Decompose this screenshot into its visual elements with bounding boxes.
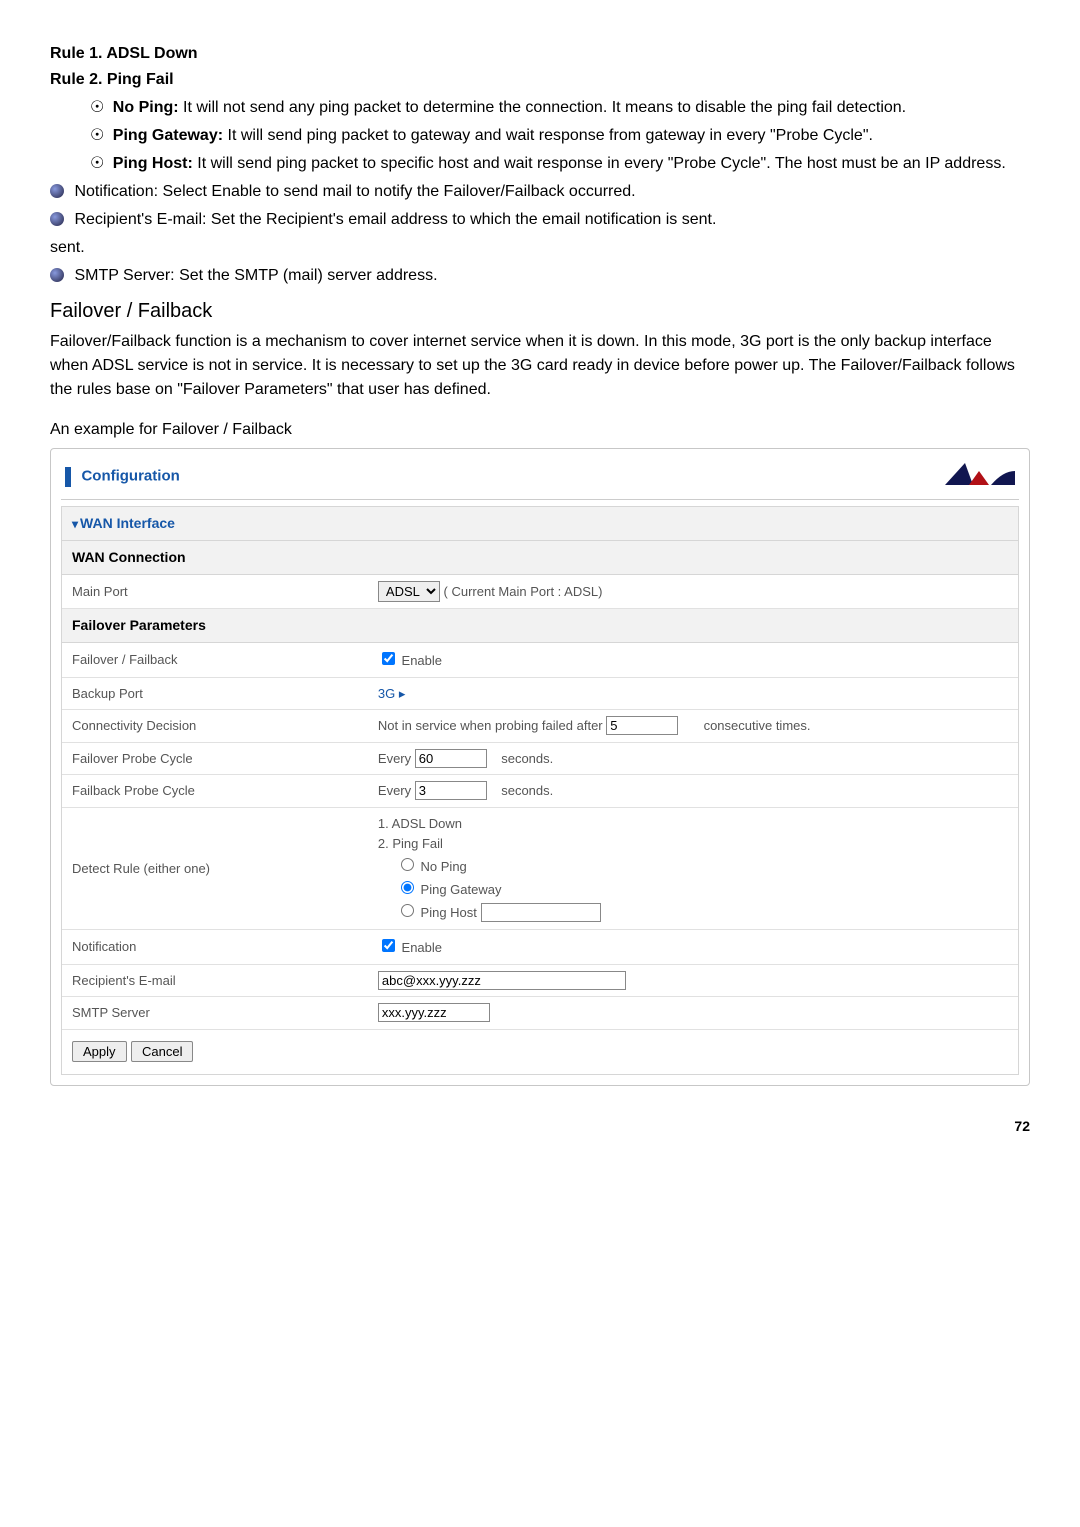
conn-post: consecutive times. (704, 718, 811, 733)
recipient-input[interactable] (378, 971, 626, 990)
wan-interface-heading: WAN Interface (62, 507, 1018, 541)
header-bar-icon (65, 467, 71, 487)
sphere-icon (50, 212, 64, 226)
pinggw-radio[interactable] (401, 881, 414, 894)
notif-label: Notification: (74, 183, 158, 200)
failover-enable-checkbox[interactable] (382, 652, 395, 665)
notification-line: Notification: Select Enable to send mail… (50, 180, 1030, 204)
smtp-row-label: SMTP Server (62, 997, 368, 1030)
bullet-icon: ☉ (90, 127, 104, 144)
enable-text2: Enable (402, 940, 442, 955)
noping-item: ☉ No Ping: It will not send any ping pac… (90, 96, 1030, 120)
detect-rule-row: Detect Rule (either one) 1. ADSL Down 2.… (62, 807, 1018, 930)
every-label: Every (378, 751, 411, 766)
recip-label: Recipient's E-mail: (74, 211, 206, 228)
notif-enable-wrap: Enable (378, 940, 442, 955)
pinghost-desc: It will send ping packet to specific hos… (193, 155, 1006, 172)
seconds-label: seconds. (501, 751, 553, 766)
pinghost-radio[interactable] (401, 904, 414, 917)
recip-desc: Set the Recipient's email address to whi… (206, 211, 716, 228)
every-label2: Every (378, 783, 411, 798)
rule1-heading: Rule 1. ADSL Down (50, 42, 1030, 66)
main-port-note: ( Current Main Port : ADSL) (444, 584, 603, 599)
failover-params-heading: Failover Parameters (62, 609, 1018, 643)
section-title: Failover / Failback (50, 296, 1030, 326)
noping-radio[interactable] (401, 858, 414, 871)
pinggw-label: Ping Gateway: (113, 127, 223, 144)
sphere-icon (50, 184, 64, 198)
dr-adsl: 1. ADSL Down (378, 816, 462, 831)
notif-desc2: to send mail to notify the Failover/Fail… (261, 183, 635, 200)
bullet-icon: ☉ (90, 155, 104, 172)
conn-pre: Not in service when probing failed after (378, 718, 603, 733)
notif-enable-checkbox[interactable] (382, 939, 395, 952)
notif-desc1: Select (158, 183, 211, 200)
connectivity-label: Connectivity Decision (62, 710, 368, 743)
main-port-select[interactable]: ADSL (378, 581, 440, 602)
failover-probe-row: Failover Probe Cycle Every seconds. (62, 742, 1018, 775)
recipient-row: Recipient's E-mail (62, 964, 1018, 997)
seconds-label2: seconds. (501, 783, 553, 798)
bullet-icon: ☉ (90, 99, 104, 116)
recipient-line: Recipient's E-mail: Set the Recipient's … (50, 208, 1030, 232)
connectivity-input[interactable] (606, 716, 678, 735)
brand-logo (945, 461, 1015, 493)
connectivity-row: Connectivity Decision Not in service whe… (62, 710, 1018, 743)
enable-text: Enable (402, 653, 442, 668)
recipient-row-label: Recipient's E-mail (62, 964, 368, 997)
pinghost-input[interactable] (481, 903, 601, 922)
backup-port-link[interactable]: 3G ▸ (378, 686, 405, 701)
backup-port-label: Backup Port (62, 677, 368, 710)
notification-row: Notification Enable (62, 930, 1018, 965)
pinghost-label: Ping Host: (113, 155, 193, 172)
smtp-input[interactable] (378, 1003, 490, 1022)
gateway-opt: Ping Gateway (421, 882, 502, 897)
dr-pingfail: 2. Ping Fail (378, 836, 443, 851)
failback-probe-input[interactable] (415, 781, 487, 800)
section-desc: Failover/Failback function is a mechanis… (50, 330, 1030, 402)
panel-title: Configuration (81, 468, 179, 485)
noping-opt: No Ping (421, 859, 467, 874)
pinggw-desc: It will send ping packet to gateway and … (223, 127, 873, 144)
sent-line: sent. (50, 236, 1030, 260)
smtp-desc: Set the SMTP (mail) server address. (175, 267, 438, 284)
notif-bold: Enable (211, 183, 261, 200)
backup-port-row: Backup Port 3G ▸ (62, 677, 1018, 710)
failover-label: Failover / Failback (62, 643, 368, 677)
detect-rule-label: Detect Rule (either one) (62, 807, 368, 930)
panel-header: Configuration (61, 459, 1019, 500)
failback-probe-row: Failback Probe Cycle Every seconds. (62, 775, 1018, 808)
smtp-label: SMTP Server: (74, 267, 174, 284)
example-label: An example for Failover / Failback (50, 418, 1030, 442)
smtp-row: SMTP Server (62, 997, 1018, 1030)
smtp-line: SMTP Server: Set the SMTP (mail) server … (50, 264, 1030, 288)
wan-connection-heading: WAN Connection (62, 541, 1018, 575)
main-port-label: Main Port (62, 575, 368, 609)
pinghost-item: ☉ Ping Host: It will send ping packet to… (90, 152, 1030, 176)
main-port-row: Main Port ADSL ( Current Main Port : ADS… (62, 575, 1018, 609)
failover-probe-input[interactable] (415, 749, 487, 768)
host-opt: Ping Host (421, 905, 477, 920)
config-panel: Configuration WAN Interface WAN Connecti… (50, 448, 1030, 1086)
notif-row-label: Notification (62, 930, 368, 965)
noping-label: No Ping: (113, 99, 179, 116)
noping-desc: It will not send any ping packet to dete… (179, 99, 907, 116)
apply-button[interactable]: Apply (72, 1041, 127, 1062)
failback-probe-label: Failback Probe Cycle (62, 775, 368, 808)
failover-enable-wrap: Enable (378, 653, 442, 668)
failover-row: Failover / Failback Enable (62, 643, 1018, 677)
page-number: 72 (50, 1116, 1030, 1137)
sphere-icon (50, 268, 64, 282)
failover-probe-label: Failover Probe Cycle (62, 742, 368, 775)
rule2-heading: Rule 2. Ping Fail (50, 68, 1030, 92)
pinggw-item: ☉ Ping Gateway: It will send ping packet… (90, 124, 1030, 148)
cancel-button[interactable]: Cancel (131, 1041, 193, 1062)
